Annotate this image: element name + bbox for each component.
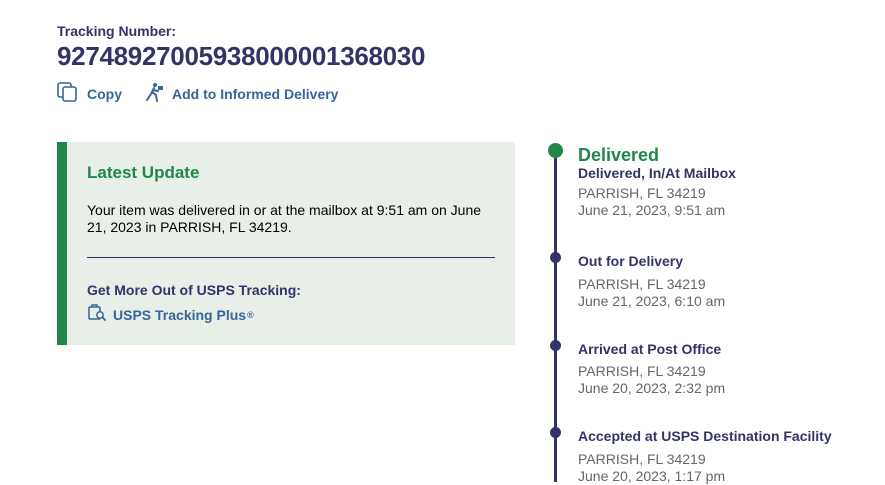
- tracking-plus-icon: [87, 304, 107, 325]
- latest-update-panel: Latest Update Your item was delivered in…: [57, 142, 515, 345]
- event-location: PARRISH, FL 34219: [578, 451, 706, 467]
- timeline-dot: [550, 340, 561, 351]
- informed-delivery-icon: [144, 82, 164, 105]
- event-datetime: June 20, 2023, 2:32 pm: [578, 380, 726, 396]
- timeline-event: Arrived at Post Office PARRISH, FL 34219…: [578, 341, 725, 397]
- event-title: Accepted at USPS Destination Facility: [578, 428, 832, 444]
- event-location: PARRISH, FL 34219: [578, 185, 706, 201]
- timeline-event: Out for Delivery PARRISH, FL 34219 June …: [578, 253, 725, 310]
- latest-update-text: Your item was delivered in or at the mai…: [87, 202, 482, 235]
- event-datetime: June 21, 2023, 6:10 am: [578, 293, 726, 309]
- event-location: PARRISH, FL 34219: [578, 276, 706, 292]
- timeline-event: Accepted at USPS Destination Facility PA…: [578, 428, 832, 485]
- tracking-actions: Copy Add to Informed Delivery: [57, 82, 338, 105]
- add-informed-delivery-button[interactable]: Add to Informed Delivery: [144, 82, 338, 105]
- copy-label: Copy: [87, 85, 122, 102]
- event-datetime: June 20, 2023, 1:17 pm: [578, 468, 726, 484]
- get-more-title: Get More Out of USPS Tracking:: [87, 282, 301, 298]
- divider: [87, 257, 495, 258]
- usps-tracking-plus-label: USPS Tracking Plus: [113, 306, 247, 323]
- tracking-number-label: Tracking Number:: [57, 23, 177, 39]
- timeline-dot: [550, 427, 561, 438]
- current-status: Delivered: [578, 145, 660, 165]
- event-title: Arrived at Post Office: [578, 341, 722, 357]
- registered-mark: ®: [247, 309, 254, 320]
- timeline-dot-current: [548, 143, 563, 158]
- timeline-event: Delivered Delivered, In/At Mailbox PARRI…: [578, 145, 736, 219]
- event-location: PARRISH, FL 34219: [578, 363, 706, 379]
- add-informed-delivery-label: Add to Informed Delivery: [172, 85, 339, 102]
- tracking-number: 92748927005938000001368030: [57, 41, 426, 71]
- timeline-dot: [550, 252, 561, 263]
- copy-button[interactable]: Copy: [57, 82, 122, 105]
- event-title: Out for Delivery: [578, 253, 684, 269]
- usps-tracking-plus-link[interactable]: USPS Tracking Plus ®: [87, 304, 254, 325]
- latest-update-title: Latest Update: [87, 163, 200, 182]
- copy-icon: [57, 82, 79, 105]
- event-title: Delivered, In/At Mailbox: [578, 165, 736, 181]
- event-datetime: June 21, 2023, 9:51 am: [578, 202, 726, 218]
